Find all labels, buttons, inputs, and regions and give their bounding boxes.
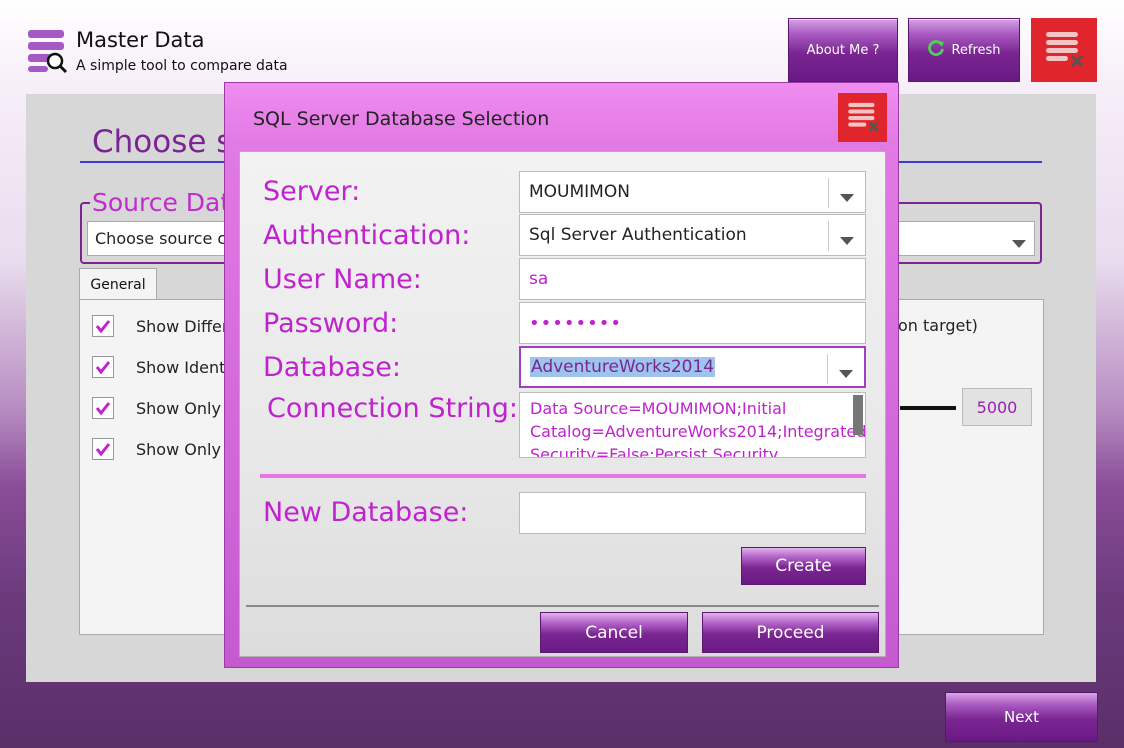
new-database-label: New Database: (263, 497, 469, 528)
connection-string-value: Data Source=MOUMIMON;Initial Catalog=Adv… (530, 399, 866, 458)
option-row[interactable]: Show Differ (92, 315, 228, 337)
close-list-icon (1042, 26, 1086, 74)
password-value: •••••••• (529, 312, 622, 334)
select-divider (828, 178, 829, 208)
database-label: Database: (263, 352, 401, 383)
app-logo-icon (26, 28, 68, 74)
checkbox-show-differences[interactable] (92, 315, 114, 337)
chevron-down-icon (840, 231, 854, 251)
server-label: Server: (263, 176, 361, 207)
slider-track[interactable] (900, 406, 956, 410)
dialog-body: Server: MOUMIMON Authentication: Sql Ser… (239, 151, 886, 657)
about-me-button[interactable]: About Me ? (788, 18, 898, 82)
chevron-down-icon (840, 188, 854, 208)
connection-string-label: Connection String: (267, 393, 519, 424)
on-target-text: on target) (898, 316, 978, 335)
about-me-label: About Me ? (806, 42, 880, 58)
option-row[interactable]: Show Identi (92, 356, 230, 378)
server-select[interactable]: MOUMIMON (519, 171, 866, 213)
username-input[interactable]: sa (519, 258, 866, 300)
checkbox-show-identical[interactable] (92, 356, 114, 378)
sql-server-dialog: SQL Server Database Selection Server: MO… (224, 82, 899, 668)
database-value: AdventureWorks2014 (530, 357, 716, 377)
option-label: Show Only I (136, 398, 231, 418)
chevron-down-icon (839, 364, 853, 384)
scrollbar-thumb[interactable] (853, 395, 863, 435)
footer-divider (246, 605, 879, 607)
next-button[interactable]: Next (945, 692, 1098, 742)
select-divider (828, 221, 829, 251)
proceed-button[interactable]: Proceed (702, 612, 879, 653)
chevron-down-icon (1012, 234, 1026, 253)
option-label: Show Only I (136, 439, 231, 459)
tab-general[interactable]: General (79, 268, 157, 300)
password-input[interactable]: •••••••• (519, 302, 866, 344)
option-row[interactable]: Show Only I (92, 438, 231, 460)
close-list-icon (845, 98, 881, 138)
option-label: Show Differ (136, 316, 229, 336)
cancel-button[interactable]: Cancel (540, 612, 688, 653)
refresh-icon (927, 39, 945, 61)
source-database-label: Source Dat (90, 188, 233, 217)
source-database-placeholder: Choose source c (95, 229, 227, 248)
authentication-label: Authentication: (263, 220, 471, 251)
checkbox-show-only-2[interactable] (92, 438, 114, 460)
app-title: Master Data (76, 28, 205, 52)
close-app-button[interactable] (1031, 18, 1097, 82)
refresh-button[interactable]: Refresh (908, 18, 1020, 82)
username-value: sa (529, 269, 549, 289)
authentication-select[interactable]: Sql Server Authentication (519, 214, 866, 256)
server-value: MOUMIMON (529, 182, 630, 202)
connection-string-textarea[interactable]: Data Source=MOUMIMON;Initial Catalog=Adv… (519, 392, 866, 458)
database-select[interactable]: AdventureWorks2014 (519, 346, 866, 388)
section-divider (260, 474, 866, 478)
refresh-label: Refresh (951, 42, 1001, 58)
option-row[interactable]: Show Only I (92, 397, 231, 419)
new-database-input[interactable] (519, 492, 866, 534)
checkbox-show-only-1[interactable] (92, 397, 114, 419)
authentication-value: Sql Server Authentication (529, 225, 747, 245)
count-input[interactable]: 5000 (962, 388, 1032, 426)
dialog-close-button[interactable] (838, 93, 887, 142)
username-label: User Name: (263, 264, 422, 295)
password-label: Password: (263, 308, 399, 339)
option-label: Show Identi (136, 357, 230, 377)
dialog-title: SQL Server Database Selection (253, 108, 550, 130)
select-divider (827, 354, 828, 384)
app-subtitle: A simple tool to compare data (76, 58, 288, 74)
create-button[interactable]: Create (741, 547, 866, 585)
